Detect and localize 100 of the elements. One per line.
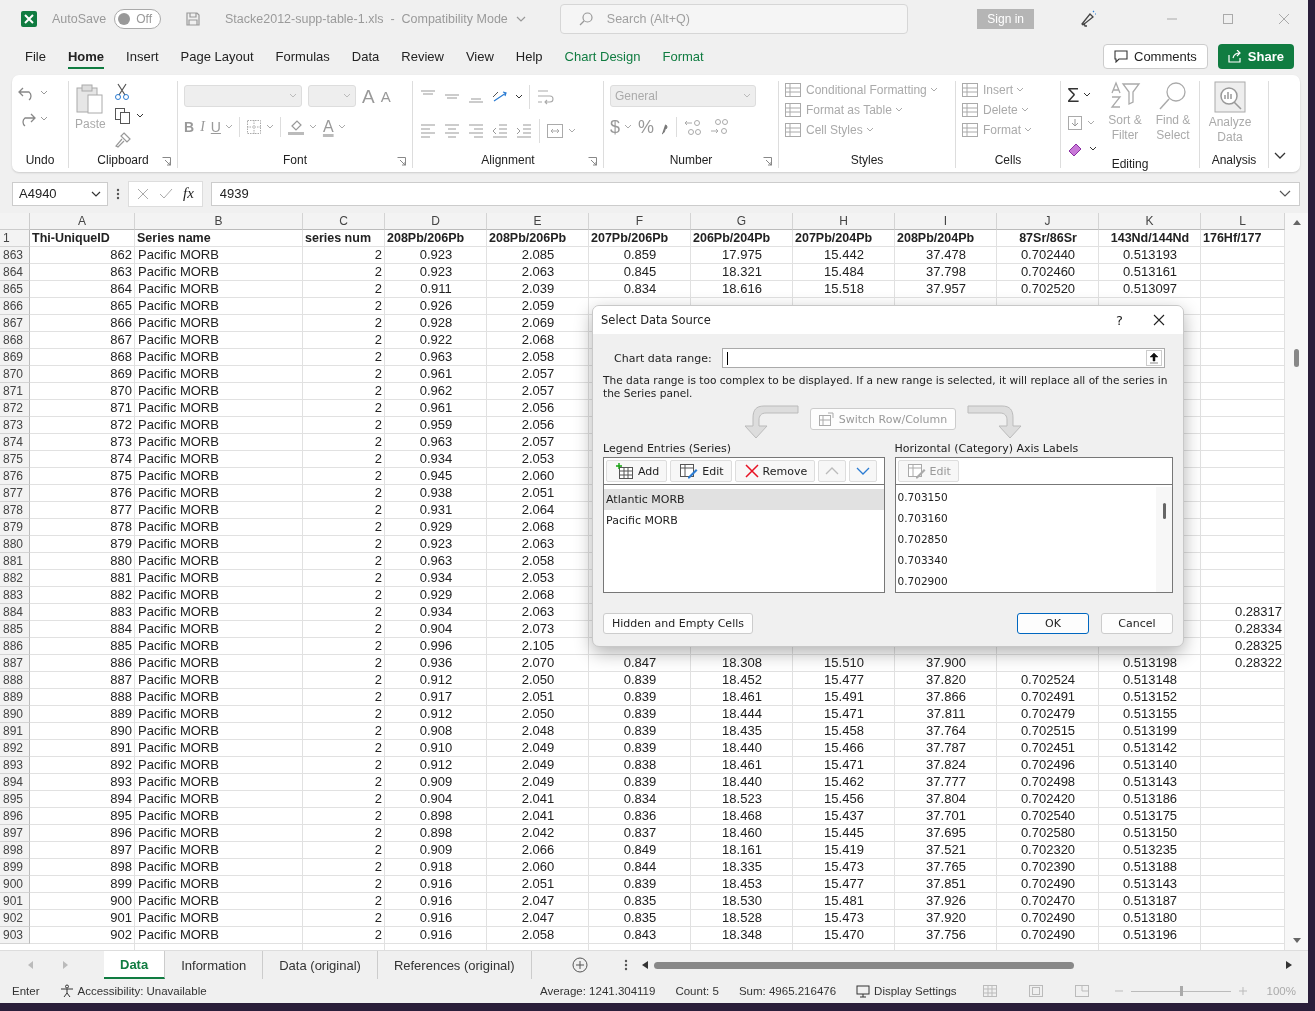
- row-number[interactable]: 882: [0, 570, 30, 587]
- ribbon-tab[interactable]: File: [14, 43, 57, 70]
- insert-function-button[interactable]: fx: [183, 185, 194, 202]
- font-size-dropdown[interactable]: [308, 85, 356, 107]
- row-number[interactable]: 903: [0, 927, 30, 944]
- column-header[interactable]: K: [1099, 213, 1201, 230]
- row-number[interactable]: 866: [0, 298, 30, 315]
- row-number[interactable]: 902: [0, 910, 30, 927]
- row-number[interactable]: 863: [0, 247, 30, 264]
- row-number[interactable]: 874: [0, 434, 30, 451]
- more-options-icon[interactable]: [623, 959, 628, 971]
- add-sheet-icon[interactable]: [571, 957, 588, 973]
- ribbon-tab[interactable]: Formulas: [264, 43, 341, 70]
- row-number[interactable]: 868: [0, 332, 30, 349]
- sheet-tab[interactable]: References (original): [377, 951, 532, 979]
- fill-down-icon[interactable]: [1067, 115, 1083, 131]
- share-button[interactable]: Share: [1217, 44, 1294, 69]
- scroll-up-icon[interactable]: [1292, 219, 1301, 225]
- ribbon-tab[interactable]: Help: [504, 43, 554, 70]
- vertical-scrollbar[interactable]: [1285, 213, 1308, 950]
- caret-icon[interactable]: [135, 113, 144, 119]
- column-header[interactable]: C: [303, 213, 385, 230]
- column-header[interactable]: B: [135, 213, 303, 230]
- ribbon-tab[interactable]: Format: [651, 43, 715, 70]
- sheet-tab[interactable]: Information: [165, 951, 264, 979]
- ribbon-tab[interactable]: Chart Design: [553, 43, 652, 70]
- row-number[interactable]: 895: [0, 791, 30, 808]
- row-number[interactable]: 897: [0, 825, 30, 842]
- row-number[interactable]: 877: [0, 485, 30, 502]
- horizontal-scrollbar[interactable]: [641, 961, 1292, 969]
- ribbon-tab[interactable]: Page Layout: [169, 43, 265, 70]
- collapse-ribbon-icon[interactable]: [1274, 152, 1286, 160]
- display-settings-icon[interactable]: [856, 984, 871, 998]
- dialog-launcher-icon[interactable]: [397, 157, 406, 166]
- text-align-icon[interactable]: [491, 122, 509, 140]
- row-number[interactable]: 886: [0, 638, 30, 655]
- row-number[interactable]: 896: [0, 808, 30, 825]
- scroll-thumb[interactable]: [1162, 503, 1166, 519]
- column-header[interactable]: L: [1201, 213, 1285, 230]
- row-number[interactable]: 864: [0, 264, 30, 281]
- help-button[interactable]: ?: [1116, 312, 1123, 328]
- page-layout-view-icon[interactable]: [1028, 985, 1043, 997]
- increase-decimal-icon[interactable]: [683, 118, 704, 136]
- name-box[interactable]: A4940: [12, 181, 108, 206]
- comments-button[interactable]: Comments: [1103, 44, 1208, 69]
- text-align-icon[interactable]: [515, 122, 533, 140]
- expand-icon[interactable]: [1279, 189, 1291, 198]
- copy-icon[interactable]: [113, 107, 132, 125]
- save-icon[interactable]: [185, 11, 201, 27]
- scroll-right-icon[interactable]: [1285, 961, 1292, 969]
- row-number[interactable]: 878: [0, 502, 30, 519]
- collapse-dialog-icon[interactable]: [1146, 350, 1162, 366]
- scroll-thumb[interactable]: [653, 961, 1074, 969]
- ok-button[interactable]: OK: [1017, 613, 1089, 634]
- remove-series-button[interactable]: Remove: [734, 460, 816, 482]
- row-number[interactable]: 899: [0, 859, 30, 876]
- text-align-icon[interactable]: [467, 122, 485, 140]
- list-scrollbar[interactable]: [1156, 487, 1172, 592]
- edit-series-button[interactable]: Edit: [670, 460, 732, 482]
- page-break-view-icon[interactable]: [1074, 985, 1089, 997]
- sheet-tab[interactable]: Data: [104, 951, 166, 979]
- close-icon[interactable]: [1153, 314, 1165, 326]
- axis-label-item[interactable]: 0.702850: [897, 529, 1156, 550]
- dialog-launcher-icon[interactable]: [763, 157, 772, 166]
- maximize-icon[interactable]: [1222, 13, 1234, 25]
- display-settings-button[interactable]: Display Settings: [874, 985, 957, 997]
- row-number[interactable]: 875: [0, 451, 30, 468]
- cancel-button[interactable]: Cancel: [1101, 613, 1173, 634]
- row-number[interactable]: 1: [0, 230, 30, 247]
- row-number[interactable]: 884: [0, 604, 30, 621]
- column-header[interactable]: F: [589, 213, 691, 230]
- row-number[interactable]: 900: [0, 876, 30, 893]
- row-number[interactable]: 865: [0, 281, 30, 298]
- caret-icon[interactable]: [1089, 146, 1097, 152]
- column-header[interactable]: E: [487, 213, 589, 230]
- accessibility-status[interactable]: Accessibility: Unavailable: [77, 985, 207, 997]
- row-number[interactable]: 876: [0, 468, 30, 485]
- row-number[interactable]: 889: [0, 689, 30, 706]
- zoom-slider[interactable]: [1179, 985, 1183, 996]
- cancel-icon[interactable]: [137, 187, 149, 200]
- caret-icon[interactable]: [515, 94, 523, 100]
- normal-view-icon[interactable]: [982, 985, 997, 997]
- column-header[interactable]: J: [997, 213, 1099, 230]
- decrease-decimal-icon[interactable]: [709, 118, 730, 136]
- row-number[interactable]: 872: [0, 400, 30, 417]
- chevron-down-icon[interactable]: [515, 15, 526, 23]
- dialog-launcher-icon[interactable]: [588, 157, 597, 166]
- row-number[interactable]: 898: [0, 842, 30, 859]
- format-painter-icon[interactable]: [113, 131, 132, 149]
- column-header[interactable]: H: [793, 213, 895, 230]
- row-number[interactable]: 869: [0, 349, 30, 366]
- row-number[interactable]: 881: [0, 553, 30, 570]
- add-series-button[interactable]: Add: [606, 460, 668, 482]
- formula-field[interactable]: 4939: [210, 181, 1300, 206]
- fill-color-icon[interactable]: [286, 118, 305, 136]
- series-item[interactable]: Pacific MORB: [604, 510, 884, 531]
- series-item[interactable]: Atlantic MORB: [604, 489, 884, 510]
- text-align-icon[interactable]: [419, 122, 437, 140]
- row-number[interactable]: 879: [0, 519, 30, 536]
- ribbon-tab[interactable]: Home: [56, 43, 116, 70]
